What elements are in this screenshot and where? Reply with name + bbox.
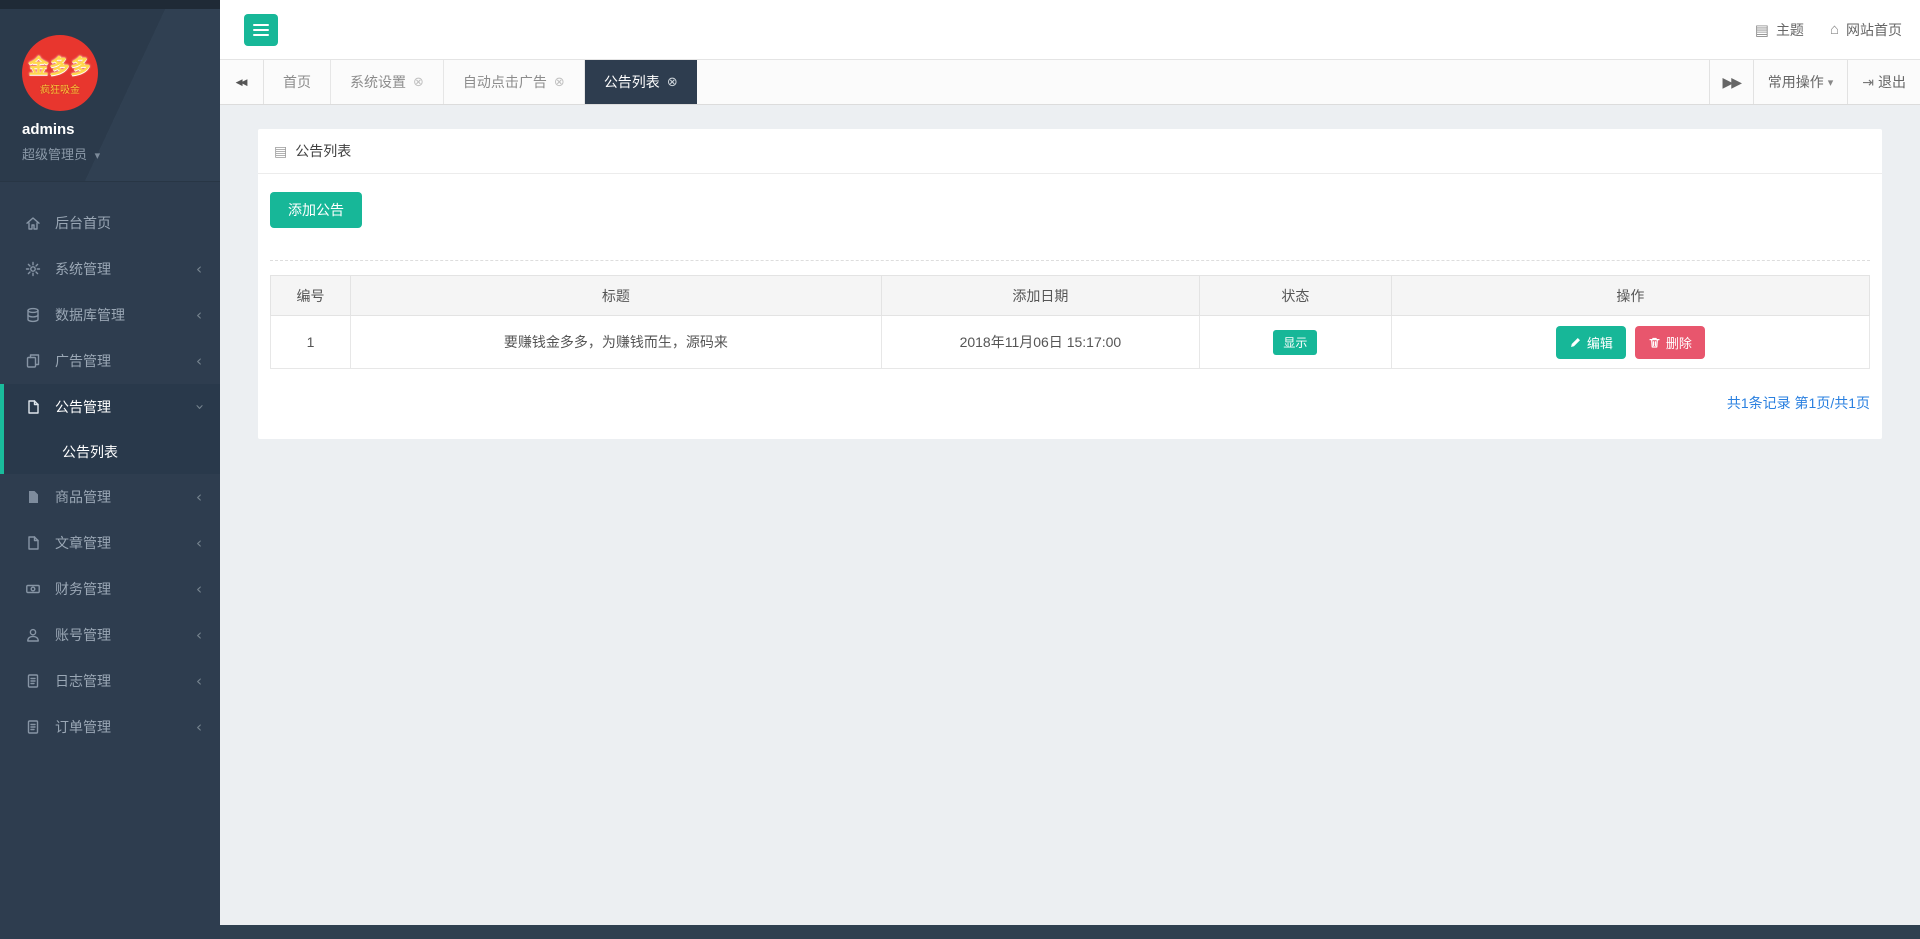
edit-button[interactable]: 编辑 — [1556, 326, 1626, 359]
tabs-scroll-left-button[interactable]: ◀◀ — [220, 60, 264, 104]
sidebar-item-accounts[interactable]: 账号管理 ‹ — [0, 612, 220, 658]
chevron-left-icon: ‹ — [196, 580, 202, 598]
chevron-down-icon: ‹ — [190, 404, 208, 410]
footer-bar — [220, 925, 1920, 939]
sidebar-item-finance[interactable]: 财务管理 ‹ — [0, 566, 220, 612]
chevron-left-icon: ‹ — [196, 260, 202, 278]
role-label: 超级管理员 — [22, 147, 87, 162]
cell-status: 显示 — [1199, 316, 1391, 369]
sidebar: 金多多 疯狂吸金 admins 超级管理员 ▾ 后台首页 系统管理 ‹ — [0, 0, 220, 939]
tabs-scroll-right-button[interactable]: ▶▶ — [1709, 60, 1753, 104]
table-row: 1 要赚钱金多多，为赚钱而生，源码来 2018年11月06日 15:17:00 … — [271, 316, 1870, 369]
cell-date: 2018年11月06日 15:17:00 — [881, 316, 1199, 369]
sidebar-menu: 后台首页 系统管理 ‹ 数据库管理 ‹ 广告管理 ‹ — [0, 181, 220, 939]
tab-auto-click-ads[interactable]: 自动点击广告 ⊗ — [444, 60, 585, 104]
finance-icon — [24, 581, 41, 598]
username: admins — [22, 121, 220, 138]
chevron-left-icon: ‹ — [196, 306, 202, 324]
column-header-date: 添加日期 — [881, 276, 1199, 316]
trash-icon — [1648, 336, 1661, 349]
ads-icon — [24, 353, 41, 370]
status-badge[interactable]: 显示 — [1273, 330, 1317, 355]
tab-system-settings[interactable]: 系统设置 ⊗ — [331, 60, 444, 104]
profile-block: 金多多 疯狂吸金 admins 超级管理员 ▾ — [0, 9, 220, 181]
sidebar-item-announcements[interactable]: 公告管理 ‹ — [4, 384, 220, 430]
avatar: 金多多 疯狂吸金 — [22, 35, 98, 111]
pencil-icon — [1569, 336, 1582, 349]
chevron-left-icon: ‹ — [196, 488, 202, 506]
chevron-left-icon: ‹ — [196, 672, 202, 690]
order-icon — [24, 719, 41, 736]
home-icon: ⌂ — [1830, 21, 1839, 38]
home-icon — [24, 215, 41, 232]
announcement-panel: ▤ 公告列表 添加公告 编号 标题 添加日期 状态 操作 — [258, 129, 1882, 439]
caret-down-icon: ▾ — [1828, 76, 1834, 89]
announcement-table: 编号 标题 添加日期 状态 操作 1 要赚钱金多多，为赚钱而生，源码来 2018… — [270, 275, 1870, 369]
topbar: ▤ 主题 ⌂ 网站首页 — [220, 0, 1920, 60]
close-icon[interactable]: ⊗ — [554, 74, 565, 90]
logout-icon: ⇥ — [1862, 74, 1874, 91]
site-home-link[interactable]: ⌂ 网站首页 — [1830, 20, 1902, 40]
cell-title: 要赚钱金多多，为赚钱而生，源码来 — [350, 316, 881, 369]
gear-icon — [24, 261, 41, 278]
log-icon — [24, 673, 41, 690]
delete-button[interactable]: 删除 — [1635, 326, 1705, 359]
close-icon[interactable]: ⊗ — [413, 74, 424, 90]
table-header-row: 编号 标题 添加日期 状态 操作 — [271, 276, 1870, 316]
logo-subtext: 疯狂吸金 — [40, 81, 80, 96]
announcement-icon — [24, 399, 41, 416]
sidebar-item-articles[interactable]: 文章管理 ‹ — [0, 520, 220, 566]
sidebar-item-goods[interactable]: 商品管理 ‹ — [0, 474, 220, 520]
logo-text: 金多多 — [29, 50, 92, 79]
sidebar-active-group: 公告管理 ‹ 公告列表 — [0, 384, 220, 474]
theme-icon: ▤ — [1755, 21, 1769, 39]
theme-link[interactable]: ▤ 主题 — [1755, 20, 1804, 40]
sidebar-subitem-announcement-list[interactable]: 公告列表 — [4, 430, 220, 474]
sidebar-item-dashboard[interactable]: 后台首页 — [0, 200, 220, 246]
caret-down-icon: ▾ — [95, 150, 101, 162]
chevron-left-icon: ‹ — [196, 718, 202, 736]
sidebar-item-database[interactable]: 数据库管理 ‹ — [0, 292, 220, 338]
page-title: 公告列表 — [295, 141, 351, 161]
panel-header: ▤ 公告列表 — [258, 129, 1882, 174]
logout-button[interactable]: ⇥ 退出 — [1847, 60, 1920, 104]
sidebar-item-ads[interactable]: 广告管理 ‹ — [0, 338, 220, 384]
column-header-title: 标题 — [350, 276, 881, 316]
column-header-actions: 操作 — [1391, 276, 1869, 316]
sidebar-item-system[interactable]: 系统管理 ‹ — [0, 246, 220, 292]
cell-id: 1 — [271, 316, 351, 369]
cell-actions: 编辑 删除 — [1391, 316, 1869, 369]
column-header-status: 状态 — [1199, 276, 1391, 316]
hamburger-icon — [253, 23, 269, 37]
tab-bar: ◀◀ 首页 系统设置 ⊗ 自动点击广告 ⊗ 公告列表 ⊗ ▶▶ 常用操作 ▾ ⇥… — [220, 60, 1920, 105]
menu-toggle-button[interactable] — [244, 14, 278, 46]
sidebar-top-strip — [0, 0, 220, 9]
sidebar-item-logs[interactable]: 日志管理 ‹ — [0, 658, 220, 704]
dotted-divider — [270, 260, 1870, 261]
chevron-left-icon: ‹ — [196, 626, 202, 644]
chevron-left-icon: ‹ — [196, 352, 202, 370]
pagination-info: 共1条记录 第1页/共1页 — [270, 393, 1870, 413]
role-dropdown[interactable]: 超级管理员 ▾ — [22, 144, 220, 163]
tab-home[interactable]: 首页 — [264, 60, 331, 104]
sidebar-item-orders[interactable]: 订单管理 ‹ — [0, 704, 220, 750]
tab-announcement-list[interactable]: 公告列表 ⊗ — [585, 60, 697, 104]
content-area: ▤ 公告列表 添加公告 编号 标题 添加日期 状态 操作 — [220, 105, 1920, 925]
list-icon: ▤ — [274, 143, 287, 160]
article-icon — [24, 535, 41, 552]
main-column: ▤ 主题 ⌂ 网站首页 ◀◀ 首页 系统设置 ⊗ 自动点击广告 ⊗ 公告列表 ⊗… — [220, 0, 1920, 939]
common-actions-dropdown[interactable]: 常用操作 ▾ — [1753, 60, 1848, 104]
chevron-left-icon: ‹ — [196, 534, 202, 552]
goods-icon — [24, 489, 41, 506]
add-announcement-button[interactable]: 添加公告 — [270, 192, 362, 228]
close-icon[interactable]: ⊗ — [667, 74, 678, 90]
database-icon — [24, 307, 41, 324]
column-header-id: 编号 — [271, 276, 351, 316]
account-icon — [24, 627, 41, 644]
